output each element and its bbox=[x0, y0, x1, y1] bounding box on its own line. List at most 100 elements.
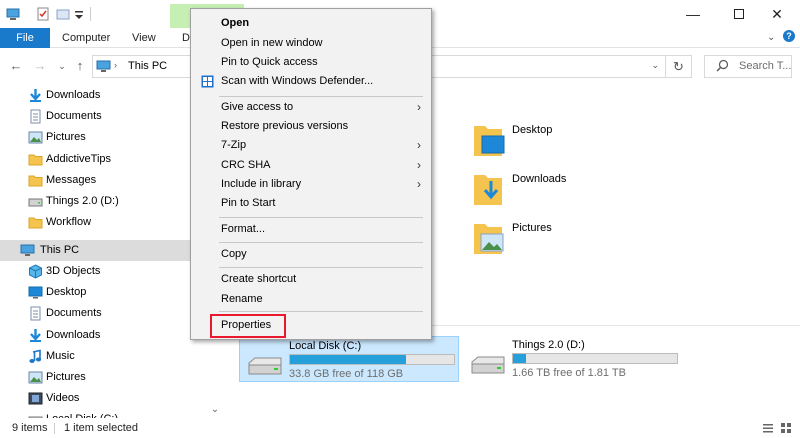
status-selected-count: 1 item selected bbox=[64, 422, 138, 434]
menu-item-rename[interactable]: Rename bbox=[191, 289, 431, 309]
details-view-icon[interactable] bbox=[762, 422, 774, 434]
menu-item-open-new-window[interactable]: Open in new window bbox=[191, 33, 431, 53]
close-button[interactable]: ✕ bbox=[754, 0, 800, 28]
menu-item-format[interactable]: Format... bbox=[191, 219, 431, 239]
breadcrumb-separator-icon[interactable]: › bbox=[114, 60, 117, 70]
download-arrow-icon bbox=[28, 328, 43, 343]
menu-item-pin-start[interactable]: Pin to Start bbox=[191, 193, 431, 213]
nav-item-pc-3d-objects[interactable]: 3D Objects bbox=[0, 261, 190, 282]
submenu-arrow-icon: › bbox=[417, 138, 421, 152]
hard-drive-icon bbox=[248, 357, 282, 375]
recent-locations-chevron-icon[interactable]: ⌄ bbox=[54, 58, 70, 74]
new-folder-icon[interactable] bbox=[56, 7, 70, 21]
nav-item-pc-music[interactable]: Music bbox=[0, 346, 190, 367]
nav-item-label: Documents bbox=[46, 307, 102, 320]
large-icons-view-icon[interactable] bbox=[780, 422, 792, 434]
nav-item-things-2-0-d[interactable]: Things 2.0 (D:) bbox=[0, 191, 190, 212]
nav-item-pc-local-disk-c[interactable]: Local Disk (C:) bbox=[0, 409, 190, 418]
folder-icon bbox=[28, 152, 43, 167]
nav-item-downloads[interactable]: Downloads bbox=[0, 85, 190, 106]
menu-separator bbox=[219, 217, 423, 218]
folder-label: Pictures bbox=[512, 222, 552, 234]
menu-item-crc-sha[interactable]: CRC SHA › bbox=[191, 155, 431, 175]
drive-name: Things 2.0 (D:) bbox=[512, 339, 585, 351]
file-explorer-window: — ✕ File Computer View D ⌄ ? ← → ⌄ ↑ › T… bbox=[0, 0, 800, 438]
folder-tile-pictures[interactable]: Pictures bbox=[472, 218, 672, 260]
menu-item-create-shortcut[interactable]: Create shortcut bbox=[191, 269, 431, 289]
menu-item-label: 7-Zip bbox=[221, 139, 247, 151]
video-icon bbox=[28, 391, 43, 406]
menu-item-pin-quick-access[interactable]: Pin to Quick access bbox=[191, 52, 431, 72]
folder-label: Downloads bbox=[512, 173, 567, 185]
downloads-folder-icon bbox=[474, 175, 502, 205]
nav-item-pc-desktop[interactable]: Desktop bbox=[0, 282, 190, 303]
nav-item-pc-videos[interactable]: Videos bbox=[0, 388, 190, 409]
nav-item-pc-downloads[interactable]: Downloads bbox=[0, 325, 190, 346]
refresh-button[interactable]: ↻ bbox=[666, 55, 692, 78]
nav-item-pictures[interactable]: Pictures bbox=[0, 127, 190, 148]
pictures-icon bbox=[28, 130, 43, 145]
nav-item-documents[interactable]: Documents bbox=[0, 106, 190, 127]
nav-item-label: Music bbox=[46, 349, 75, 362]
menu-item-label: Scan with Windows Defender... bbox=[221, 75, 374, 87]
status-bar: 9 items 1 item selected bbox=[0, 418, 800, 438]
menu-item-open[interactable]: Open bbox=[191, 13, 431, 33]
tab-view[interactable]: View bbox=[120, 28, 168, 48]
drive-usage-bar bbox=[289, 354, 455, 365]
ribbon-expand-icon[interactable]: ⌄ bbox=[767, 32, 775, 43]
nav-item-this-pc[interactable]: This PC bbox=[0, 240, 190, 261]
drive-name: Local Disk (C:) bbox=[289, 340, 362, 352]
minimize-button[interactable]: — bbox=[670, 0, 716, 28]
forward-arrow-icon[interactable]: → bbox=[32, 58, 48, 74]
status-item-count: 9 items bbox=[12, 422, 48, 434]
computer-icon bbox=[20, 243, 35, 258]
nav-item-label: Downloads bbox=[46, 89, 101, 101]
nav-item-label: Videos bbox=[46, 392, 80, 405]
menu-item-scan-defender[interactable]: Scan with Windows Defender... bbox=[191, 71, 431, 91]
nav-item-pc-pictures[interactable]: Pictures bbox=[0, 367, 190, 388]
desktop-icon bbox=[28, 285, 43, 300]
nav-item-addictivetips[interactable]: AddictiveTips bbox=[0, 149, 190, 170]
menu-item-restore-versions[interactable]: Restore previous versions bbox=[191, 116, 431, 136]
music-note-icon bbox=[28, 349, 43, 364]
menu-item-label: Include in library bbox=[221, 178, 302, 190]
refresh-icon: ↻ bbox=[673, 59, 684, 74]
submenu-arrow-icon: › bbox=[417, 100, 421, 114]
title-divider bbox=[90, 7, 91, 21]
folder-icon bbox=[28, 215, 43, 230]
nav-item-workflow[interactable]: Workflow bbox=[0, 212, 190, 233]
nav-item-label: This PC bbox=[40, 244, 80, 256]
nav-item-messages[interactable]: Messages bbox=[0, 170, 190, 191]
minimize-icon: — bbox=[686, 6, 700, 22]
address-history-chevron-icon[interactable]: ⌄ bbox=[651, 60, 659, 71]
download-arrow-icon bbox=[28, 88, 43, 103]
properties-check-icon[interactable] bbox=[36, 7, 50, 21]
menu-item-label: CRC SHA bbox=[221, 159, 271, 171]
drive-usage-fill bbox=[290, 355, 407, 364]
cube-icon bbox=[28, 264, 43, 279]
back-arrow-icon[interactable]: ← bbox=[8, 58, 24, 74]
customize-quick-access-icon[interactable] bbox=[72, 7, 86, 21]
help-icon[interactable]: ? bbox=[783, 30, 795, 42]
status-divider bbox=[54, 423, 55, 434]
drive-tile-d[interactable]: Things 2.0 (D:) 1.66 TB free of 1.81 TB bbox=[463, 336, 683, 382]
tab-computer[interactable]: Computer bbox=[50, 28, 122, 48]
up-arrow-icon[interactable]: ↑ bbox=[72, 58, 88, 74]
menu-item-include-library[interactable]: Include in library › bbox=[191, 174, 431, 194]
close-icon: ✕ bbox=[771, 5, 783, 22]
nav-item-pc-documents[interactable]: Documents bbox=[0, 303, 190, 324]
drive-tile-c[interactable]: Local Disk (C:) 33.8 GB free of 118 GB bbox=[239, 336, 459, 382]
search-icon bbox=[716, 59, 729, 72]
menu-item-7zip[interactable]: 7-Zip › bbox=[191, 135, 431, 155]
folder-label: Desktop bbox=[512, 124, 553, 136]
folder-tile-desktop[interactable]: Desktop bbox=[472, 120, 672, 162]
breadcrumb-this-pc[interactable]: This PC bbox=[128, 60, 167, 72]
nav-item-label: Things 2.0 (D:) bbox=[46, 195, 119, 207]
menu-item-give-access[interactable]: Give access to › bbox=[191, 97, 431, 117]
folder-tile-downloads[interactable]: Downloads bbox=[472, 169, 672, 211]
submenu-arrow-icon: › bbox=[417, 158, 421, 172]
menu-item-copy[interactable]: Copy bbox=[191, 244, 431, 264]
nav-item-label: Pictures bbox=[46, 131, 86, 144]
nav-scroll-down-icon[interactable]: ⌄ bbox=[208, 405, 222, 415]
tab-file[interactable]: File bbox=[0, 28, 50, 48]
